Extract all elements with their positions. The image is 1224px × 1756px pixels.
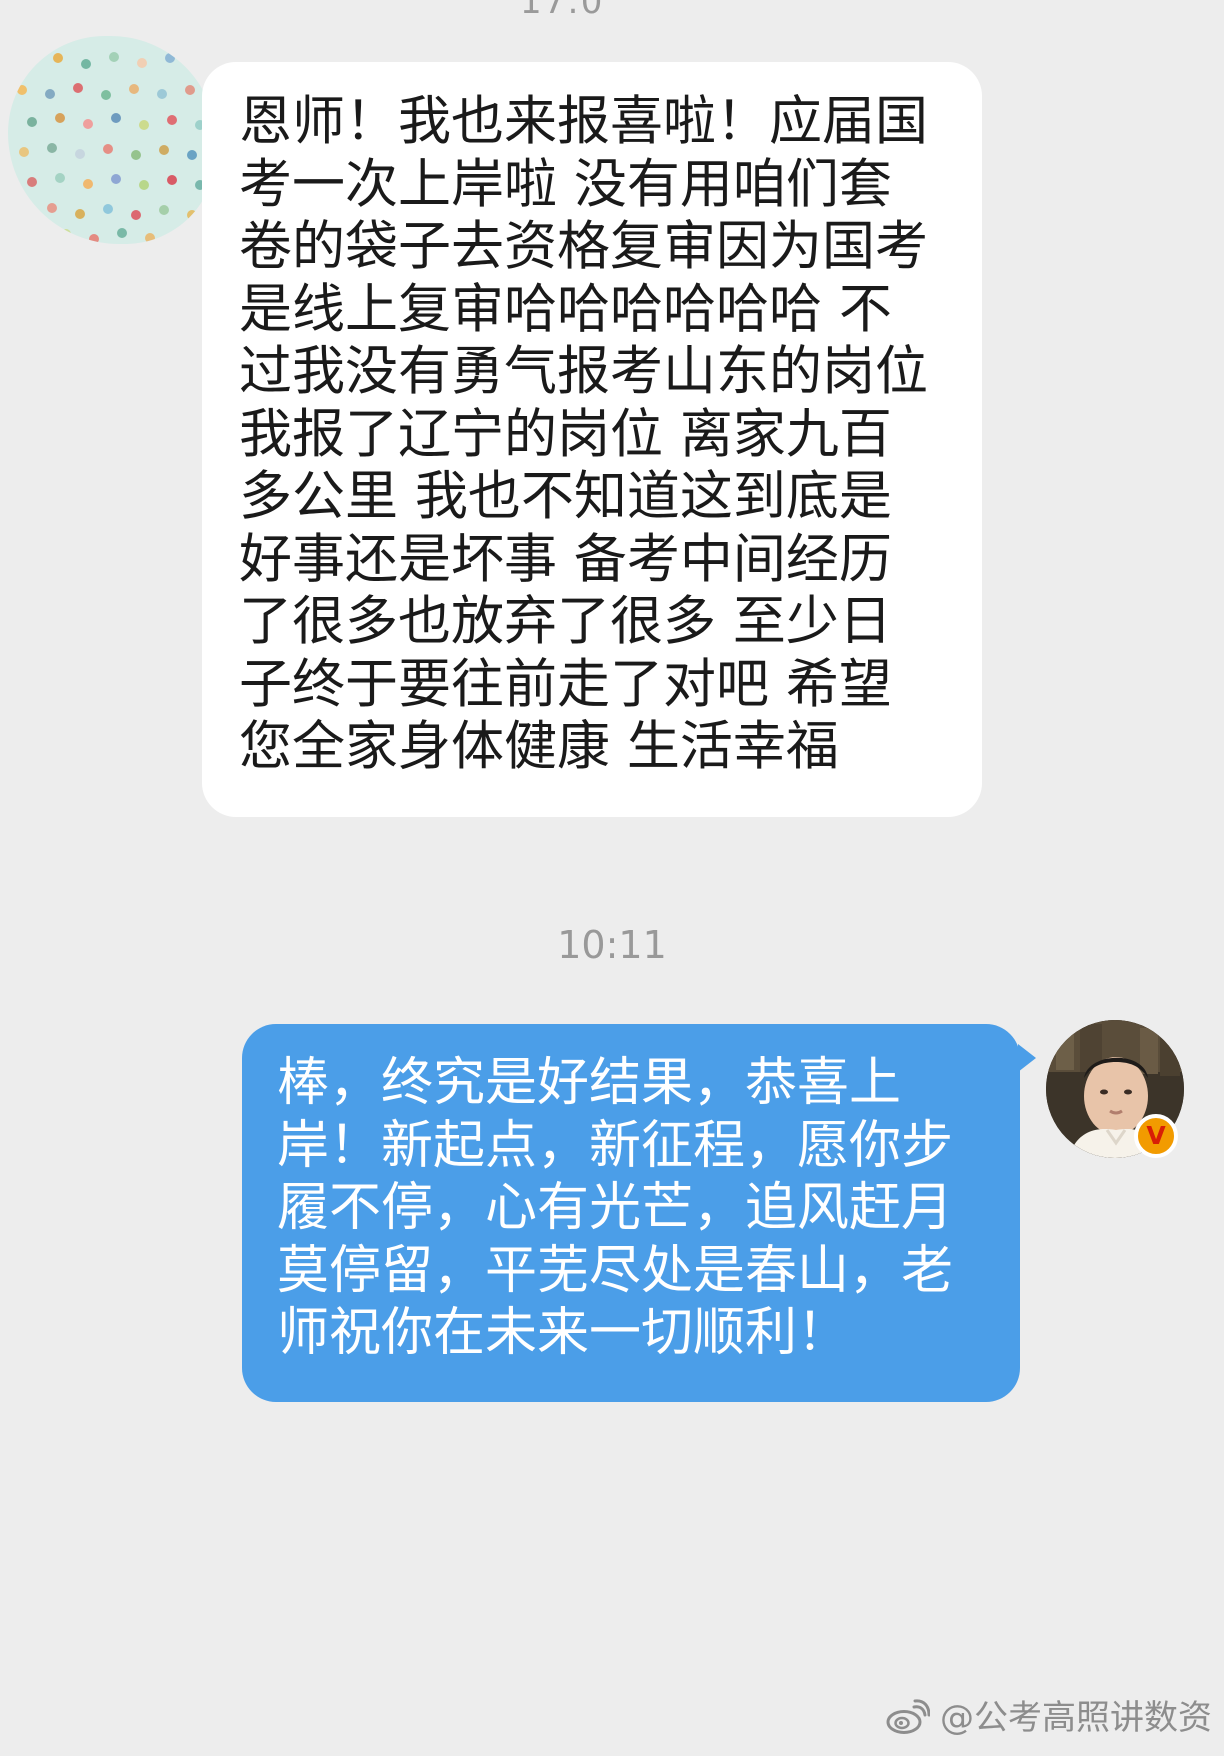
incoming-message-text: 恩师！我也来报喜啦！应届国考一次上岸啦 没有用咱们套卷的袋子去资格复审因为国考是… bbox=[239, 91, 928, 777]
source-watermark: @公考高照讲数资 bbox=[884, 1692, 1212, 1744]
outgoing-message-text: 棒，终究是好结果，恭喜上岸！新起点，新征程，愿你步履不停，心有光芒，追风赶月莫停… bbox=[277, 1053, 954, 1363]
weibo-icon bbox=[886, 1699, 930, 1734]
watermark-text: @公考高照讲数资 bbox=[940, 1698, 1212, 1738]
outgoing-message-bubble[interactable]: 棒，终究是好结果，恭喜上岸！新起点，新征程，愿你步履不停，心有光芒，追风赶月莫停… bbox=[242, 1024, 1036, 1402]
cropped-timestamp-fragment: 17:0 bbox=[520, 0, 605, 22]
incoming-message-bubble[interactable]: 恩师！我也来报喜啦！应届国考一次上岸啦 没有用咱们套卷的袋子去资格复审因为国考是… bbox=[202, 62, 982, 817]
message-timestamp: 10:11 bbox=[557, 923, 667, 967]
incoming-avatar[interactable] bbox=[8, 36, 216, 244]
polka-dot-avatar-icon bbox=[8, 36, 216, 244]
verified-badge-icon: V bbox=[1134, 1114, 1178, 1158]
